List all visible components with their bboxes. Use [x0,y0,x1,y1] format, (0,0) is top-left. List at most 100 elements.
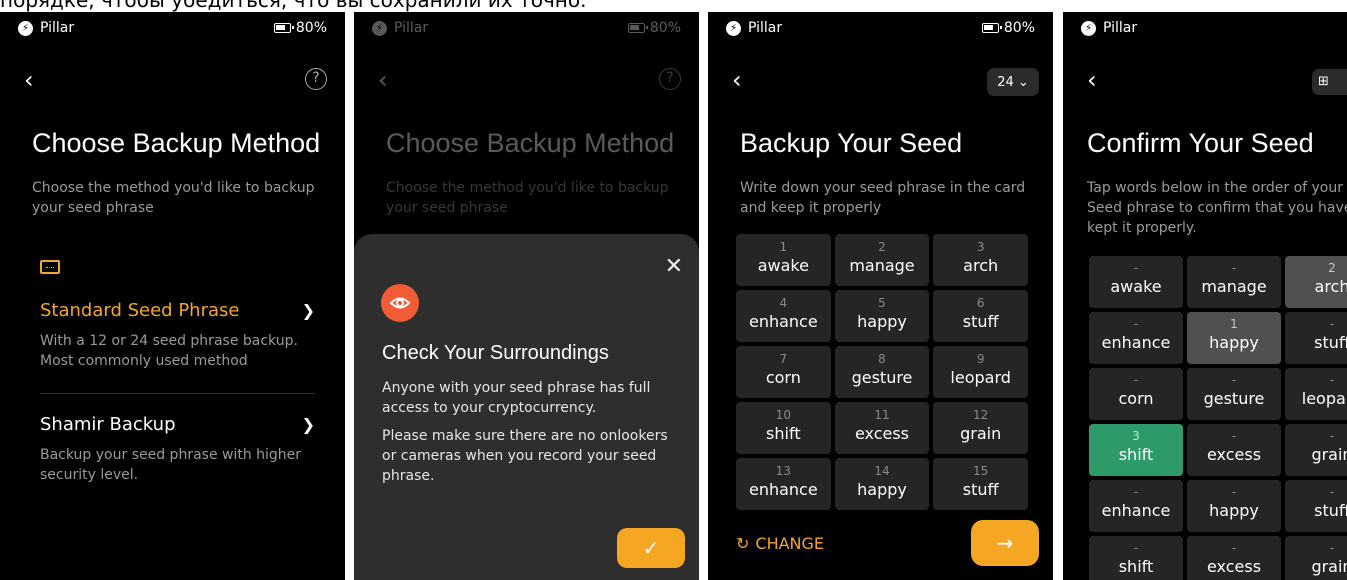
seed-word: grain [1311,557,1347,576]
status-app-name: Pillar [40,20,75,36]
seed-word: stuff [1314,501,1347,520]
seed-word-cell[interactable]: 2 arch [1285,256,1347,308]
seed-word: corn [765,368,801,387]
word-count-select[interactable]: 24 ⌄ [987,68,1039,96]
seed-word-cell[interactable]: 2 manage [834,234,930,286]
seed-word: stuff [962,480,999,499]
seed-word-cell[interactable]: 6 stuff [933,290,1028,342]
seed-word-cell[interactable]: - enhance [1089,480,1183,532]
battery-icon [273,23,294,33]
help-icon[interactable]: ? [305,68,327,90]
seed-word-index: 9 [976,352,985,366]
seed-word: excess [1206,445,1262,464]
seed-word-cell[interactable]: 8 gesture [834,346,930,398]
seed-word-cell[interactable]: - excess [1187,536,1281,580]
refresh-icon: ↻ [736,534,750,553]
bolt-icon: ⚡ [1081,20,1096,36]
seed-word-index: - [1133,541,1139,555]
seed-word-cell[interactable]: - manage [1187,256,1281,308]
seed-word: happy [1209,333,1259,352]
sheet-paragraph: Anyone with your seed phrase has full ac… [382,380,651,416]
chevron-down-icon: ⌄ [1017,74,1029,90]
seed-word: awake [757,256,809,275]
seed-word-cell[interactable]: 1 awake [736,234,831,286]
seed-word-cell[interactable]: - grain [1285,424,1347,476]
change-button[interactable]: ↻ CHANGE [736,534,824,553]
back-icon[interactable]: ‹ [732,68,742,92]
seed-word-index: - [1231,485,1237,499]
seed-word-cell[interactable]: - awake [1089,256,1183,308]
help-icon: ? [659,68,681,90]
seed-word: arch [1314,277,1347,296]
seed-word-index: - [1329,373,1335,387]
screen-choose-backup: ⚡ Pillar 80% ‹ ? Choose Backup Method Cho… [0,12,345,580]
seed-word-cell[interactable]: 15 stuff [933,458,1028,510]
battery-level: 80% [295,20,327,36]
back-icon[interactable]: ‹ [24,68,34,92]
seed-word-grid: 1 awake 2 manage 3 arch 4 enhance 5 happy 6 stuff 7 c… [736,234,1028,513]
seed-word: shift [766,424,801,443]
seed-word-cell[interactable]: 3 arch [933,234,1028,286]
change-label: CHANGE [755,534,825,553]
seed-word-cell[interactable]: - shift [1089,536,1183,580]
seed-word-cell[interactable]: - happy [1187,480,1281,532]
seed-word-cell[interactable]: - enhance [1089,312,1183,364]
seed-word-index: 13 [775,464,791,478]
seed-word: corn [1118,389,1154,408]
seed-word-cell[interactable]: 5 happy [834,290,930,342]
wallet-icon[interactable]: ⊞ [1312,69,1347,95]
option-label: Standard Seed Phrase [40,300,240,321]
seed-word-index: - [1329,485,1335,499]
seed-word-cell[interactable]: 1 happy [1187,312,1281,364]
seed-word-index: 14 [874,464,890,478]
seed-word: happy [1209,501,1259,520]
seed-word-index: - [1329,317,1335,331]
seed-word-index: - [1329,429,1335,443]
status-bar: ⚡ Pillar 80% [0,12,345,44]
seed-word-cell[interactable]: - stuff [1285,480,1347,532]
page-subtitle: Choose the method you'd like to backup y… [32,180,315,216]
battery-level: 80% [649,20,681,36]
warning-sheet: ✕ Check Your Surroundings Anyone with yo… [354,234,699,580]
seed-word-cell[interactable]: - leopard [1285,368,1347,420]
option-standard-seed-phrase[interactable]: Standard Seed Phrase ❯ With a 12 or 24 se… [40,300,315,371]
seed-word-index: 15 [973,464,989,478]
seed-word-cell[interactable]: - corn [1089,368,1183,420]
seed-word: awake [1110,277,1162,296]
bolt-icon: ⚡ [726,20,741,36]
option-shamir-backup[interactable]: Shamir Backup ❯ Backup your seed phrase w… [40,414,315,485]
status-app-name: Pillar [1103,20,1138,36]
seed-word-cell[interactable]: - grain [1285,536,1347,580]
seed-word: leopard [1301,389,1347,408]
sheet-title: Check Your Surroundings [382,342,609,364]
seed-word-index: 8 [878,352,886,366]
seed-word-cell[interactable]: - gesture [1187,368,1281,420]
back-icon[interactable]: ‹ [1087,68,1097,92]
seed-word: excess [854,424,910,443]
seed-word-cell[interactable]: 3 shift [1089,424,1183,476]
confirm-button[interactable]: ✓ [617,528,685,568]
seed-word-cell[interactable]: 11 excess [834,402,930,454]
seed-word-cell[interactable]: 7 corn [736,346,831,398]
seed-word-cell[interactable]: - stuff [1285,312,1347,364]
seed-word-index: - [1133,261,1139,275]
next-button[interactable]: → [971,520,1039,566]
chevron-right-icon: ❯ [301,415,315,434]
status-bar: ⚡ Pillar [1063,12,1347,44]
seed-word-cell[interactable]: 14 happy [834,458,930,510]
seed-word-cell[interactable]: 12 grain [933,402,1028,454]
seed-word: happy [857,480,907,499]
seed-word-grid: - awake - manage 2 arch - enhance 1 happy - stuff - c… [1089,256,1347,580]
seed-word-cell[interactable]: 9 leopard [933,346,1028,398]
seed-word: arch [963,256,999,275]
seed-word-cell[interactable]: 4 enhance [736,290,831,342]
close-icon[interactable]: ✕ [665,254,683,279]
seed-word-index: 4 [779,296,788,310]
seed-word: grain [1311,445,1347,464]
seed-word-cell[interactable]: 10 shift [736,402,831,454]
seed-word-index: - [1329,541,1335,555]
seed-word-cell[interactable]: 13 enhance [736,458,831,510]
bolt-icon: ⚡ [372,20,387,36]
seed-word-cell[interactable]: - excess [1187,424,1281,476]
screen-backup-seed: ⚡ Pillar 80% ‹ 24 ⌄ Backup Your Seed Write… [708,12,1053,580]
